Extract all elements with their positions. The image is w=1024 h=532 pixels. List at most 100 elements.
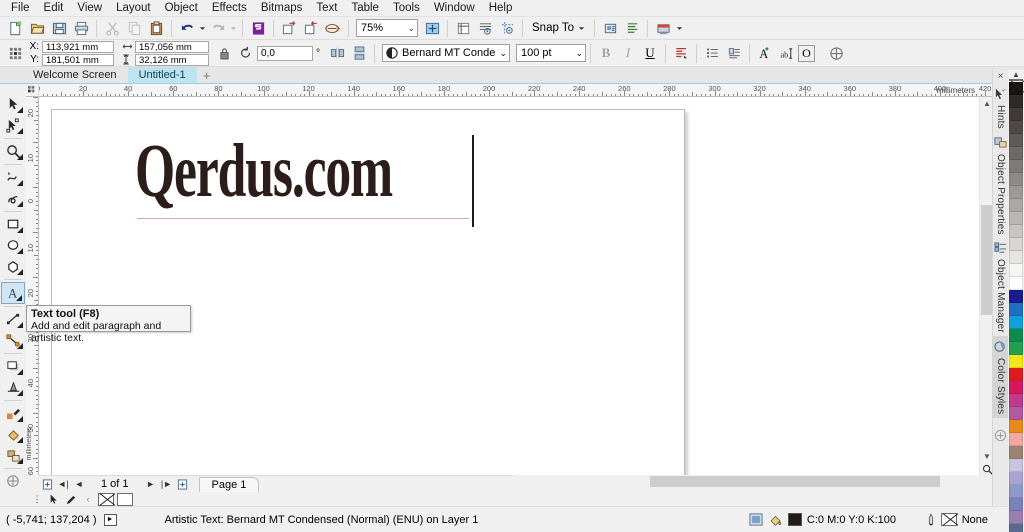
text-direction-icon[interactable]: O — [798, 44, 815, 62]
tab-untitled-1[interactable]: Untitled-1 — [127, 67, 197, 83]
font-family-combo[interactable]: Bernard MT Condensed ⌄ — [382, 44, 510, 62]
palette-swatch[interactable] — [1009, 511, 1023, 524]
palette-swatch[interactable] — [1009, 186, 1023, 199]
drop-cap-icon[interactable] — [723, 43, 745, 64]
mirror-vertical-icon[interactable] — [348, 43, 370, 64]
palette-swatch[interactable] — [1009, 472, 1023, 485]
horizontal-ruler[interactable]: millimeters 0204060801001201401601802002… — [26, 84, 993, 97]
bulleted-list-icon[interactable] — [701, 43, 723, 64]
palette-swatch[interactable] — [1009, 238, 1023, 251]
paste-icon[interactable] — [145, 18, 167, 39]
fullscreen-preview-icon[interactable] — [421, 18, 443, 39]
zoom-tool[interactable] — [1, 141, 25, 162]
palette-swatch[interactable] — [1009, 420, 1023, 433]
chevron-down-icon[interactable]: ⌄ — [499, 48, 507, 59]
flyout-arrow-icon[interactable] — [17, 415, 23, 422]
add-page-before-icon[interactable] — [39, 477, 55, 492]
palette-swatch[interactable] — [1009, 459, 1023, 472]
page-tab-page-1[interactable]: Page 1 — [198, 476, 260, 492]
flyout-arrow-icon[interactable] — [17, 227, 23, 234]
page-surface[interactable]: Qerdus.com — [51, 109, 685, 475]
drawing-canvas[interactable]: Qerdus.com — [39, 97, 993, 475]
vertical-ruler[interactable]: 20 10 0 10 20 30 40 50 60 millimeters — [26, 97, 39, 475]
flyout-arrow-icon[interactable] — [17, 436, 23, 443]
palette-swatch[interactable] — [1009, 433, 1023, 446]
color-styles-icon[interactable] — [993, 339, 1008, 355]
height-input[interactable]: 32,126 mm — [135, 53, 209, 66]
menu-effects[interactable]: Effects — [205, 0, 254, 17]
object-properties-icon[interactable] — [993, 135, 1008, 151]
rectangle-tool[interactable] — [1, 214, 25, 235]
docker-object-manager-label[interactable]: Object Manager — [995, 256, 1006, 336]
interactive-fill-tool[interactable] — [1, 424, 25, 445]
docker-object-properties[interactable]: Object Properties — [993, 132, 1008, 238]
open-document-icon[interactable] — [26, 18, 48, 39]
palette-swatch[interactable] — [1009, 108, 1023, 121]
flyout-arrow-icon[interactable] — [17, 389, 23, 396]
palette-swatch[interactable] — [1009, 407, 1023, 420]
menu-edit[interactable]: Edit — [37, 0, 71, 17]
palette-swatch[interactable] — [1009, 225, 1023, 238]
font-size-combo[interactable]: 100 pt ⌄ — [516, 44, 586, 62]
copy-icon[interactable] — [123, 18, 145, 39]
parallel-dimension-tool[interactable] — [1, 309, 25, 330]
text-tool[interactable]: A — [1, 282, 25, 304]
redo-dropdown-icon[interactable] — [229, 18, 238, 39]
palette-swatch[interactable] — [1009, 381, 1023, 394]
object-origin-icon[interactable] — [4, 43, 26, 64]
fill-color-icon[interactable] — [768, 513, 783, 527]
flyout-arrow-icon[interactable] — [17, 248, 23, 255]
docker-object-manager[interactable]: Object Manager — [993, 237, 1008, 336]
undo-icon[interactable] — [176, 18, 198, 39]
palette-swatch[interactable] — [1009, 446, 1023, 459]
palette-swatch[interactable] — [1009, 173, 1023, 186]
menu-help[interactable]: Help — [482, 0, 520, 17]
outline-pen-icon[interactable] — [926, 512, 936, 527]
snap-to-dropdown[interactable]: Snap To — [527, 18, 590, 38]
menu-object[interactable]: Object — [158, 0, 205, 17]
menu-table[interactable]: Table — [344, 0, 386, 17]
artistic-text-object[interactable]: Qerdus.com — [135, 130, 393, 211]
application-launcher-dropdown-icon[interactable] — [674, 18, 685, 39]
docker-hints[interactable]: Hints — [993, 83, 1008, 132]
interactive-opentype-icon[interactable]: A — [754, 43, 776, 64]
docker-hints-label[interactable]: Hints — [995, 102, 1006, 132]
palette-swatch[interactable] — [1009, 121, 1023, 134]
palette-swatch[interactable] — [1009, 290, 1023, 303]
bold-button[interactable]: B — [595, 43, 617, 64]
horizontal-scroll-thumb[interactable] — [650, 476, 940, 487]
straight-line-connector-tool[interactable] — [1, 330, 25, 351]
polygon-tool[interactable] — [1, 256, 25, 277]
cut-icon[interactable] — [101, 18, 123, 39]
flyout-arrow-icon[interactable] — [17, 269, 23, 276]
chevron-down-icon[interactable]: ⌄ — [407, 23, 415, 34]
more-tools-icon[interactable] — [1, 471, 25, 492]
menu-tools[interactable]: Tools — [386, 0, 427, 17]
palette-swatch[interactable] — [1009, 329, 1023, 342]
pick-tool[interactable] — [1, 94, 25, 115]
flyout-arrow-icon[interactable] — [17, 368, 23, 375]
palette-swatch[interactable] — [1009, 147, 1023, 160]
flyout-arrow-icon[interactable] — [17, 154, 23, 161]
menu-text[interactable]: Text — [309, 0, 344, 17]
white-swatch[interactable] — [117, 492, 133, 506]
status-expand-button[interactable]: ► — [103, 513, 117, 526]
palette-swatch[interactable] — [1009, 342, 1023, 355]
chevron-down-icon[interactable]: ⌄ — [575, 48, 583, 59]
smart-fill-tool[interactable] — [1, 445, 25, 466]
rotation-angle-icon[interactable] — [235, 43, 257, 64]
show-rulers-icon[interactable] — [452, 18, 474, 39]
undo-dropdown-icon[interactable] — [198, 18, 207, 39]
application-launcher-icon[interactable] — [652, 18, 674, 39]
palette-swatch[interactable] — [1009, 485, 1023, 498]
flyout-arrow-icon[interactable] — [17, 321, 23, 328]
palette-swatch[interactable] — [1009, 355, 1023, 368]
hints-icon[interactable] — [993, 86, 1008, 102]
flyout-arrow-icon[interactable] — [17, 107, 23, 114]
flyout-arrow-icon[interactable] — [17, 128, 23, 135]
menu-file[interactable]: File — [4, 0, 37, 17]
flyout-arrow-icon[interactable] — [17, 458, 23, 464]
outline-none-swatch[interactable] — [940, 513, 957, 526]
add-tab-button[interactable]: + — [197, 67, 217, 83]
show-guidelines-icon[interactable] — [496, 18, 518, 39]
